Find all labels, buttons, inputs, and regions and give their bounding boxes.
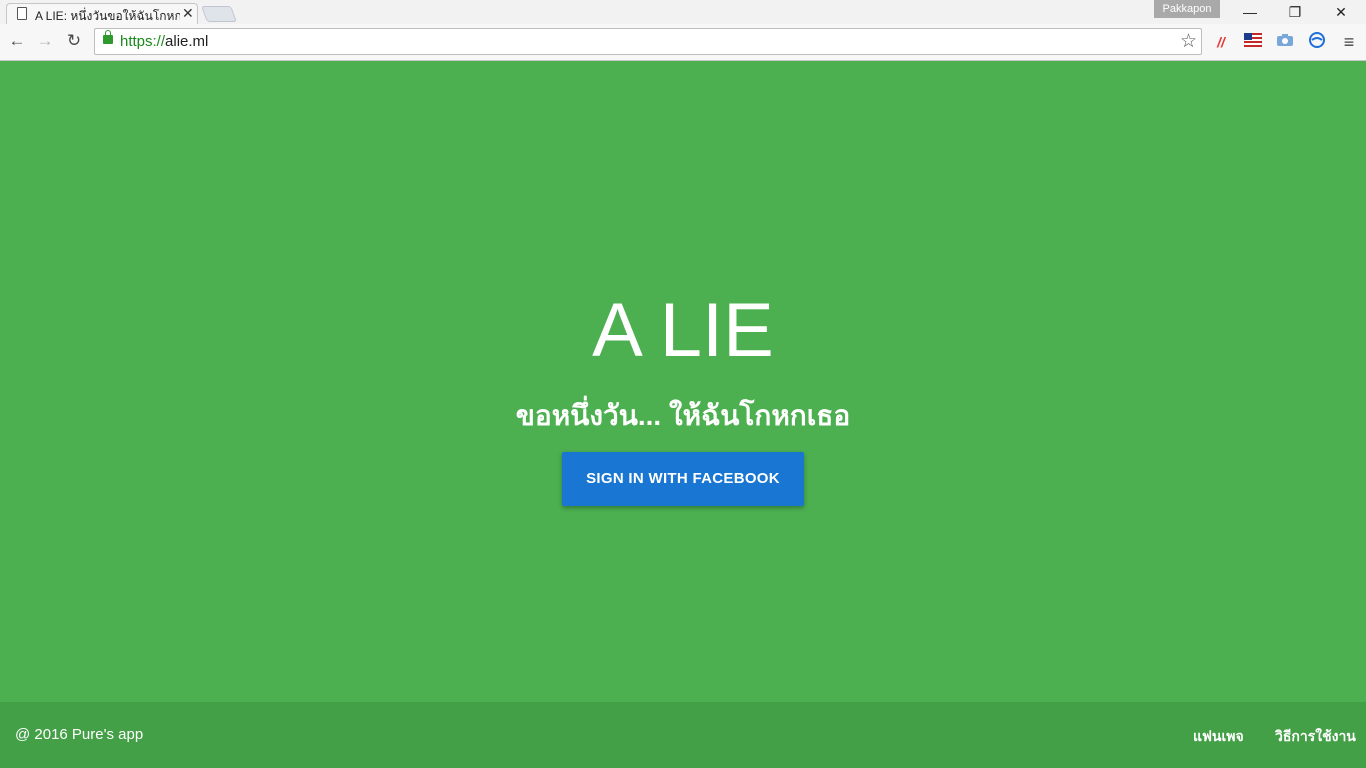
flag-extension-icon[interactable] [1242, 31, 1264, 53]
back-arrow-icon[interactable]: ← [6, 30, 28, 52]
sync-extension-icon[interactable] [1306, 31, 1328, 53]
browser-toolbar: ← → ↻ https://alie.ml ☆ // ≡ [0, 24, 1366, 61]
address-bar[interactable]: https://alie.ml ☆ [94, 28, 1202, 55]
hero-section: A LIE ขอหนึ่งวัน... ให้ฉันโกหกเธอ SIGN I… [0, 61, 1366, 702]
bookmark-star-icon[interactable]: ☆ [1180, 30, 1197, 53]
m-extension-icon[interactable]: // [1210, 31, 1232, 53]
sign-in-facebook-button[interactable]: SIGN IN WITH FACEBOOK [562, 452, 804, 506]
browser-titlebar: A LIE: หนึ่งวันขอให้ฉันโกหกเธอ ✕ Pakkapo… [0, 0, 1366, 25]
reload-icon[interactable]: ↻ [63, 30, 85, 52]
app-subtitle: ขอหนึ่งวัน... ให้ฉันโกหกเธอ [515, 400, 851, 431]
footer: @ 2016 Pure's app แฟนเพจ วิธีการใช้งาน [0, 702, 1366, 768]
url-text[interactable]: https://alie.ml [120, 33, 208, 50]
copyright-text: @ 2016 Pure's app [15, 726, 144, 743]
minimize-button[interactable]: — [1227, 0, 1273, 24]
url-host: alie.ml [165, 33, 209, 50]
new-tab-button[interactable] [201, 6, 237, 22]
app-title: A LIE [592, 288, 774, 373]
footer-link-howto[interactable]: วิธีการใช้งาน [1275, 726, 1356, 748]
menu-icon[interactable]: ≡ [1338, 31, 1360, 53]
forward-arrow-icon[interactable]: → [34, 30, 56, 52]
close-window-button[interactable]: ✕ [1318, 0, 1364, 24]
tab-close-icon[interactable]: ✕ [182, 5, 194, 22]
restore-button[interactable]: ❐ [1272, 0, 1318, 24]
profile-badge[interactable]: Pakkapon [1154, 0, 1220, 18]
footer-link-fanpage[interactable]: แฟนเพจ [1193, 726, 1244, 748]
camera-extension-icon[interactable] [1274, 31, 1296, 53]
lock-icon [103, 30, 113, 44]
page-icon [17, 7, 27, 20]
browser-tab[interactable]: A LIE: หนึ่งวันขอให้ฉันโกหกเธอ ✕ [6, 3, 198, 25]
url-scheme: https:// [120, 33, 166, 50]
